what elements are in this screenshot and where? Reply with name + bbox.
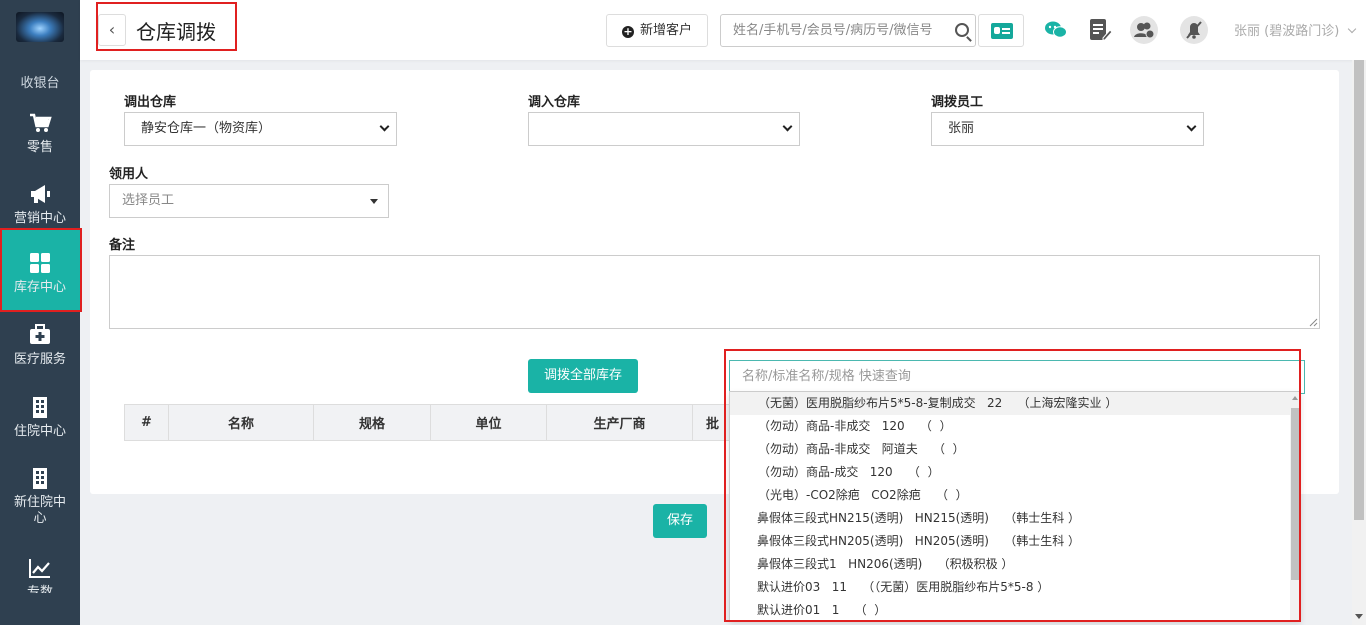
- receiver-select[interactable]: 选择员工: [109, 184, 389, 218]
- resize-handle-icon[interactable]: [1308, 317, 1318, 327]
- sidebar-item-retail[interactable]: 零售: [0, 112, 80, 156]
- customer-search-input[interactable]: 姓名/手机号/会员号/病历号/微信号: [720, 14, 976, 47]
- logo[interactable]: [16, 12, 64, 42]
- top-bar: ‹ 仓库调拨 + 新增客户 姓名/手机号/会员号/病历号/微信号 张丽 (碧波路门…: [80, 0, 1366, 60]
- receiver-placeholder: 选择员工: [122, 193, 175, 208]
- scroll-down-icon[interactable]: [1355, 614, 1363, 619]
- sidebar: 收银台 零售 营销中心 库存中心 医疗服务 住院中心 新住院中心 专数: [0, 0, 80, 625]
- items-table: # 名称 规格 单位 生产厂商 批: [124, 404, 733, 441]
- highlight-box: [96, 2, 237, 51]
- bell-muted-icon[interactable]: [1180, 16, 1208, 44]
- table-header-row: # 名称 规格 单位 生产厂商 批: [124, 404, 733, 441]
- chevron-down-icon: [1348, 24, 1357, 34]
- sidebar-item-label: 住院中心: [13, 424, 66, 439]
- sidebar-item-label: 新住院中心: [13, 495, 66, 526]
- id-card-button[interactable]: [978, 14, 1024, 47]
- save-button[interactable]: 保存: [653, 504, 707, 538]
- chevron-down-icon: [782, 121, 793, 132]
- search-placeholder: 姓名/手机号/会员号/病历号/微信号: [733, 23, 933, 38]
- id-card-icon: [991, 23, 1013, 39]
- sidebar-item-inpatient[interactable]: 住院中心: [0, 396, 80, 440]
- column-header: 规格: [313, 404, 431, 441]
- column-header: 名称: [168, 404, 314, 441]
- highlight-box: [0, 228, 82, 312]
- column-header: #: [124, 404, 169, 441]
- sidebar-item-new-inpatient[interactable]: 新住院中心: [0, 467, 80, 527]
- sidebar-item-cashier-partial[interactable]: 收银台: [0, 72, 80, 91]
- notes-icon[interactable]: [1086, 16, 1114, 44]
- user-name: 张丽 (碧波路门诊): [1234, 24, 1340, 39]
- out-warehouse-select[interactable]: 静安仓库一（物资库）: [124, 112, 397, 146]
- add-customer-button[interactable]: + 新增客户: [606, 14, 708, 47]
- transfer-all-button[interactable]: 调拨全部库存: [528, 359, 638, 393]
- group-users-icon[interactable]: [1130, 16, 1158, 44]
- sidebar-item-marketing[interactable]: 营销中心: [0, 183, 80, 227]
- user-menu[interactable]: 张丽 (碧波路门诊): [1234, 20, 1357, 39]
- column-header: 单位: [430, 404, 547, 441]
- sidebar-item-label: 医疗服务: [13, 352, 66, 367]
- page-scrollbar[interactable]: [1352, 60, 1366, 625]
- wechat-icon[interactable]: [1042, 16, 1070, 44]
- add-customer-label: 新增客户: [639, 23, 692, 38]
- column-header: 生产厂商: [546, 404, 693, 441]
- hospital-icon: [33, 397, 47, 418]
- chevron-down-icon: [379, 121, 390, 132]
- staff-label: 调拨员工: [931, 95, 984, 110]
- sidebar-item-label: 营销中心: [13, 211, 66, 226]
- sidebar-item-medical[interactable]: 医疗服务: [0, 324, 80, 368]
- medical-kit-icon: [30, 324, 50, 344]
- scrollbar-thumb[interactable]: [1354, 60, 1364, 520]
- caret-down-icon: [370, 199, 378, 204]
- megaphone-icon: [31, 185, 50, 203]
- receiver-label: 领用人: [109, 167, 149, 182]
- sidebar-item-label: 专数: [26, 585, 53, 593]
- sidebar-item-stats[interactable]: 专数: [0, 557, 80, 593]
- trend-chart-icon: [29, 559, 50, 578]
- staff-select[interactable]: 张丽: [931, 112, 1204, 146]
- highlight-box: [724, 349, 1301, 622]
- remark-textarea[interactable]: [109, 255, 1320, 329]
- in-warehouse-label: 调入仓库: [528, 95, 581, 110]
- sidebar-item-label: 零售: [26, 140, 53, 155]
- cart-icon: [30, 113, 52, 132]
- out-warehouse-label: 调出仓库: [124, 95, 177, 110]
- hospital-icon: [33, 468, 47, 489]
- staff-value: 张丽: [948, 121, 975, 136]
- search-icon[interactable]: [955, 23, 969, 37]
- out-warehouse-value: 静安仓库一（物资库）: [141, 121, 272, 136]
- chevron-down-icon: [1186, 121, 1197, 132]
- in-warehouse-select[interactable]: [528, 112, 800, 146]
- remark-label: 备注: [109, 238, 136, 253]
- plus-icon: +: [621, 25, 634, 38]
